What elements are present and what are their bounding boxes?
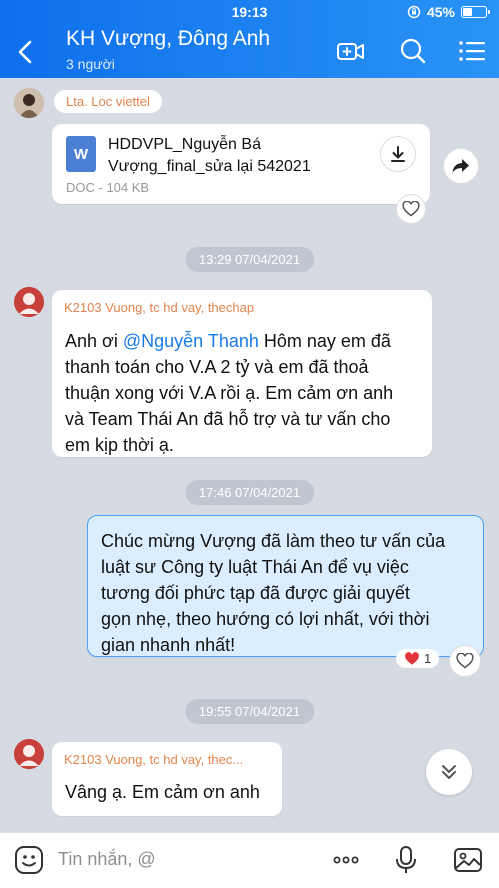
message-line: em kịp thời ạ. [65,435,174,455]
sender-avatar[interactable] [14,739,44,769]
sent-message-bubble[interactable]: Chúc mừng Vượng đã làm theo tư vấn của l… [87,515,484,657]
status-bar: 19:13 45% [0,4,499,22]
message-line: tương đối phức tạp đã được giải quyết [101,583,410,603]
default-user-icon [14,287,44,317]
reaction-count: 1 [424,651,432,666]
status-right: 45% [407,4,490,20]
video-call-icon[interactable] [336,37,366,65]
heart-outline-icon [456,653,474,669]
download-button[interactable] [380,136,416,172]
battery-icon [461,6,490,18]
sender-name: K2103 Vuong, tc hd vay, thec... [64,752,244,767]
more-options-icon[interactable] [331,845,361,875]
message-line: Anh ơi @Nguyễn Thanh Hôm nay em đã [65,328,393,354]
forward-button[interactable] [443,148,479,184]
timestamp-chip: 13:29 07/04/2021 [184,247,315,272]
message-bubble[interactable]: K2103 Vuong, tc hd vay, thec... Vâng ạ. … [52,742,282,816]
file-icon-letter: W [73,146,89,163]
menu-list-icon[interactable] [457,37,487,65]
timestamp-chip: 17:46 07/04/2021 [184,480,315,505]
message-text-segment: Hôm nay em đã [258,331,391,351]
search-icon[interactable] [398,37,428,65]
avatar-photo-icon [14,88,44,118]
sender-avatar[interactable] [14,287,44,317]
message-text: Anh ơi @Nguyễn Thanh Hôm nay em đã thanh… [65,328,393,458]
sender-avatar[interactable] [14,88,44,118]
scroll-to-bottom-button[interactable] [426,749,472,795]
default-user-icon [14,739,44,769]
message-composer: Tin nhắn, @ [0,832,499,888]
double-chevron-down-icon [442,765,456,779]
message-line: gian nhanh nhất! [101,635,236,655]
chat-header: 19:13 45% KH Vượng, Đông Anh 3 người [0,0,499,78]
image-gallery-icon[interactable] [453,845,483,875]
react-button[interactable] [396,194,426,224]
message-text: Chúc mừng Vượng đã làm theo tư vấn của l… [101,528,445,658]
microphone-icon[interactable] [391,845,421,875]
message-line: luật sư Công ty luật Thái An để vụ việc [101,557,409,577]
battery-percent: 45% [426,4,455,20]
message-input[interactable]: Tin nhắn, @ [58,849,156,870]
emoji-icon[interactable] [14,845,44,875]
message-line: thanh toán cho V.A 2 tỷ và em đã thoả [65,357,369,377]
battery-fill [463,8,472,16]
heart-outline-icon [402,201,420,217]
file-name: HDDVPL_Nguyễn Bá Vượng_final_sửa lại 542… [108,134,311,178]
file-message-bubble[interactable]: W HDDVPL_Nguyễn Bá Vượng_final_sửa lại 5… [52,124,430,204]
message-text: Vâng ạ. Em cảm ơn anh [65,782,260,802]
message-line: và Team Thái An đã hỗ trợ và tư vấn cho [65,409,391,429]
file-name-line: HDDVPL_Nguyễn Bá [108,136,261,153]
forward-icon [452,159,469,173]
reaction-chip[interactable]: 1 [396,649,440,668]
message-line: Chúc mừng Vượng đã làm theo tư vấn của [101,531,446,551]
message-line: thuận xong với V.A rồi ạ. Em cảm ơn anh [65,383,394,403]
orientation-lock-icon [407,5,421,19]
sender-name: K2103 Vuong, tc hd vay, thechap [64,300,255,315]
download-icon [391,146,405,162]
file-meta: DOC - 104 KB [66,180,150,195]
mention-link[interactable]: @Nguyễn Thanh [123,331,259,351]
react-button[interactable] [449,645,481,677]
sender-name-pill: Lta. Loc viettel [54,90,162,113]
member-count[interactable]: 3 người [66,56,115,72]
message-bubble[interactable]: K2103 Vuong, tc hd vay, thechap Anh ơi @… [52,290,432,457]
timestamp-chip: 19:55 07/04/2021 [184,699,315,724]
back-arrow-icon[interactable] [14,38,38,66]
message-line: gọn nhẹ, theo hướng có lợi nhất, với thờ… [101,609,430,629]
message-text-segment: Anh ơi [65,331,123,351]
heart-filled-icon [405,651,419,665]
chat-title[interactable]: KH Vượng, Đông Anh [66,27,270,51]
file-name-line: Vượng_final_sửa lại 542021 [108,158,311,175]
word-file-icon: W [66,136,96,172]
